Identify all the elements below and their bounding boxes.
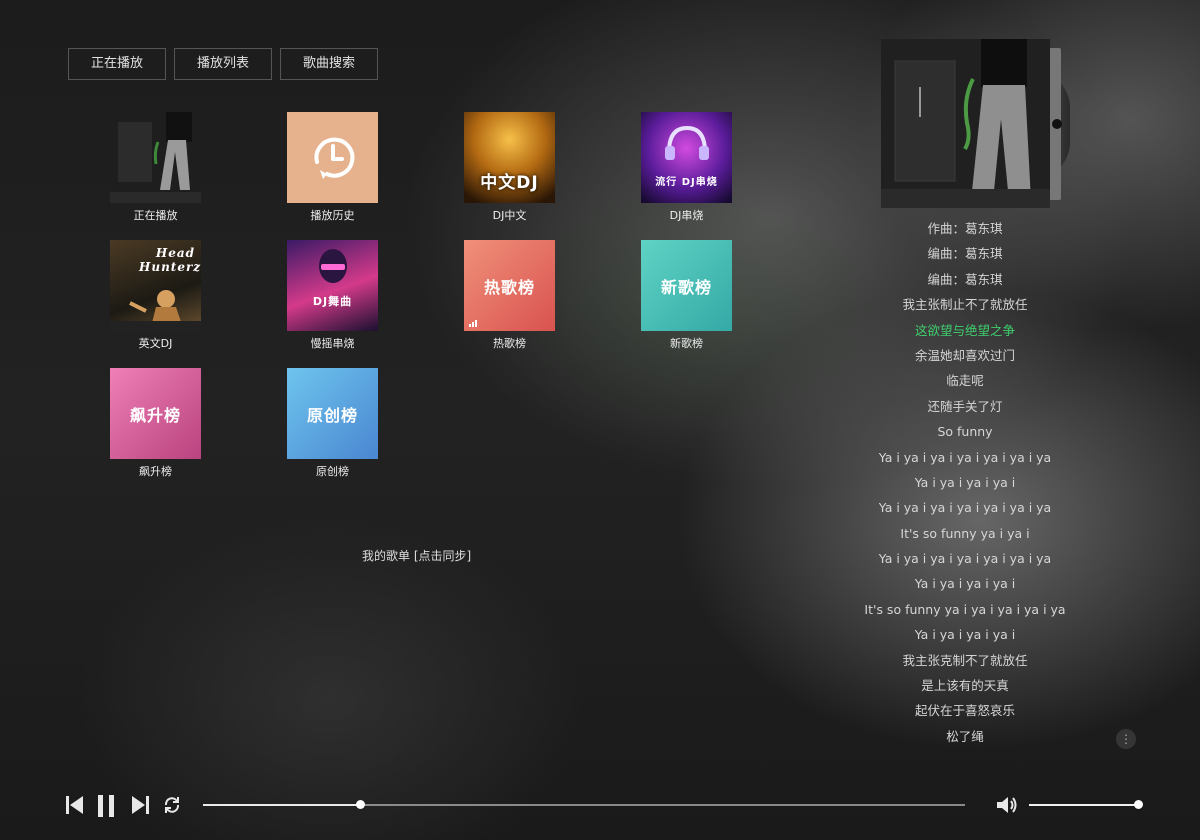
new-chart-cover: 新歌榜 <box>641 240 732 331</box>
lyric-line: 编曲：葛东琪 <box>927 246 1003 262</box>
more-vertical-icon[interactable]: ⋮ <box>1116 729 1136 749</box>
hot-chart-cover: 热歌榜 <box>464 240 555 331</box>
tile-dj-medley[interactable]: 流行 DJ串烧 DJ串烧 <box>641 112 732 223</box>
tile-label: DJ中文 <box>492 209 527 222</box>
tile-label: 飙升榜 <box>139 465 172 478</box>
volume-icon <box>997 797 1017 813</box>
lyric-line: Ya i ya i ya i ya i <box>914 627 1016 643</box>
progress-bar[interactable] <box>203 800 965 809</box>
now-playing-cover <box>110 112 201 203</box>
tile-label: 播放历史 <box>310 209 355 222</box>
bars-icon <box>469 320 477 327</box>
cover-text: 流行 DJ串烧 <box>655 176 718 188</box>
volume-slider[interactable] <box>1029 800 1143 809</box>
repeat-button[interactable] <box>162 795 182 819</box>
tile-dj-chinese[interactable]: 中文DJ DJ中文 <box>464 112 555 223</box>
tile-label: 慢摇串烧 <box>310 337 355 350</box>
lyric-line-current: 这欲望与绝望之争 <box>914 322 1015 338</box>
skip-next-icon <box>132 796 149 814</box>
disc-hole <box>1052 119 1062 129</box>
cover-text: DJ舞曲 <box>312 294 353 308</box>
cover-text: 原创榜 <box>306 405 358 425</box>
lyrics-panel: 作曲：葛东琪 编曲：葛东琪 编曲：葛东琪我主张制止不了就放任 这欲望与绝望之争 余温她却… <box>855 219 1075 752</box>
dj-chinese-cover: 中文DJ <box>464 112 555 203</box>
prev-button[interactable] <box>66 795 84 819</box>
tile-label: 新歌榜 <box>670 337 703 350</box>
tab-song-search[interactable]: 歌曲搜索 <box>280 48 378 80</box>
history-cover <box>287 112 378 203</box>
english-dj-cover: Head Hunterz <box>110 240 201 331</box>
tile-label: 正在播放 <box>133 209 178 222</box>
slow-rock-cover: DJ舞曲 <box>287 240 378 331</box>
lyric-line: 是上该有的天真 <box>921 678 1009 694</box>
album-art <box>881 39 1050 208</box>
dj-medley-cover: 流行 DJ串烧 <box>641 112 732 203</box>
tile-slow-rock-medley[interactable]: DJ舞曲 慢摇串烧 <box>287 240 378 351</box>
volume-thumb[interactable] <box>1134 800 1143 809</box>
volume-button[interactable] <box>996 795 1018 819</box>
lyric-line: 起伏在于喜怒哀乐 <box>914 703 1015 719</box>
tile-english-dj[interactable]: Head Hunterz 英文DJ <box>110 240 201 351</box>
lyric-line: 我主张克制不了就放任 <box>902 652 1028 668</box>
lyric-line: Ya i ya i ya i ya i <box>914 576 1016 592</box>
lyric-line: 松了绳 <box>946 728 984 744</box>
lyric-line: 临走呢 <box>946 373 984 389</box>
top-nav: 正在播放 播放列表 歌曲搜索 <box>68 48 378 80</box>
pause-icon <box>98 795 114 817</box>
tile-label: 原创榜 <box>316 465 349 478</box>
repeat-icon <box>164 797 180 813</box>
lyric-line: It's so funny ya i ya i <box>900 525 1030 541</box>
tile-label: 英文DJ <box>138 337 173 350</box>
volume-fill <box>1029 804 1138 806</box>
original-chart-cover: 原创榜 <box>287 368 378 459</box>
lyric-line: 编曲：葛东琪 <box>927 271 1003 287</box>
tile-new-chart[interactable]: 新歌榜 新歌榜 <box>641 240 732 351</box>
my-playlist-sync-link[interactable]: 我的歌单 [点击同步] <box>362 547 471 564</box>
cover-text: 新歌榜 <box>660 277 712 297</box>
history-clock-icon <box>313 137 354 179</box>
lyric-line: Ya i ya i ya i ya i ya i ya i ya <box>878 551 1052 567</box>
lyric-line: So funny <box>937 424 993 440</box>
next-button[interactable] <box>131 795 149 819</box>
rising-chart-cover: 飙升榜 <box>110 368 201 459</box>
progress-fill <box>203 804 360 806</box>
tile-rising-chart[interactable]: 飙升榜 飙升榜 <box>110 368 201 479</box>
tile-label: DJ串烧 <box>669 209 704 222</box>
cover-text: 飙升榜 <box>129 405 181 425</box>
tile-label: 热歌榜 <box>493 337 526 350</box>
cover-text: 热歌榜 <box>483 277 535 297</box>
skip-previous-icon <box>66 796 83 814</box>
tab-now-playing[interactable]: 正在播放 <box>68 48 166 80</box>
lyric-line: Ya i ya i ya i ya i ya i ya i ya <box>878 500 1052 516</box>
lyric-line: 作曲：葛东琪 <box>927 221 1003 236</box>
lyric-line: 余温她却喜欢过门 <box>914 347 1015 363</box>
pause-button[interactable] <box>97 795 115 821</box>
tile-original-chart[interactable]: 原创榜 原创榜 <box>287 368 378 479</box>
category-grid: 正在播放 播放历史 中文DJ DJ中文 流行 DJ串烧 DJ串烧 Head Hu… <box>110 112 732 479</box>
lyric-line: 还随手关了灯 <box>927 398 1003 414</box>
lyric-line: 我主张制止不了就放任 <box>902 297 1028 313</box>
tab-playlist[interactable]: 播放列表 <box>174 48 272 80</box>
lyric-line: It's so funny ya i ya i ya i ya i ya <box>864 601 1066 617</box>
tile-hot-chart[interactable]: 热歌榜 热歌榜 <box>464 240 555 351</box>
headphones-icon <box>665 125 709 160</box>
lyric-line: Ya i ya i ya i ya i <box>914 474 1016 490</box>
lyric-line: Ya i ya i ya i ya i ya i ya i ya <box>878 449 1052 465</box>
cover-text: 中文DJ <box>480 173 539 193</box>
tile-now-playing[interactable]: 正在播放 <box>110 112 201 223</box>
progress-thumb[interactable] <box>355 800 365 809</box>
cover-text: Head Hunterz <box>139 246 201 274</box>
tile-play-history[interactable]: 播放历史 <box>287 112 378 223</box>
